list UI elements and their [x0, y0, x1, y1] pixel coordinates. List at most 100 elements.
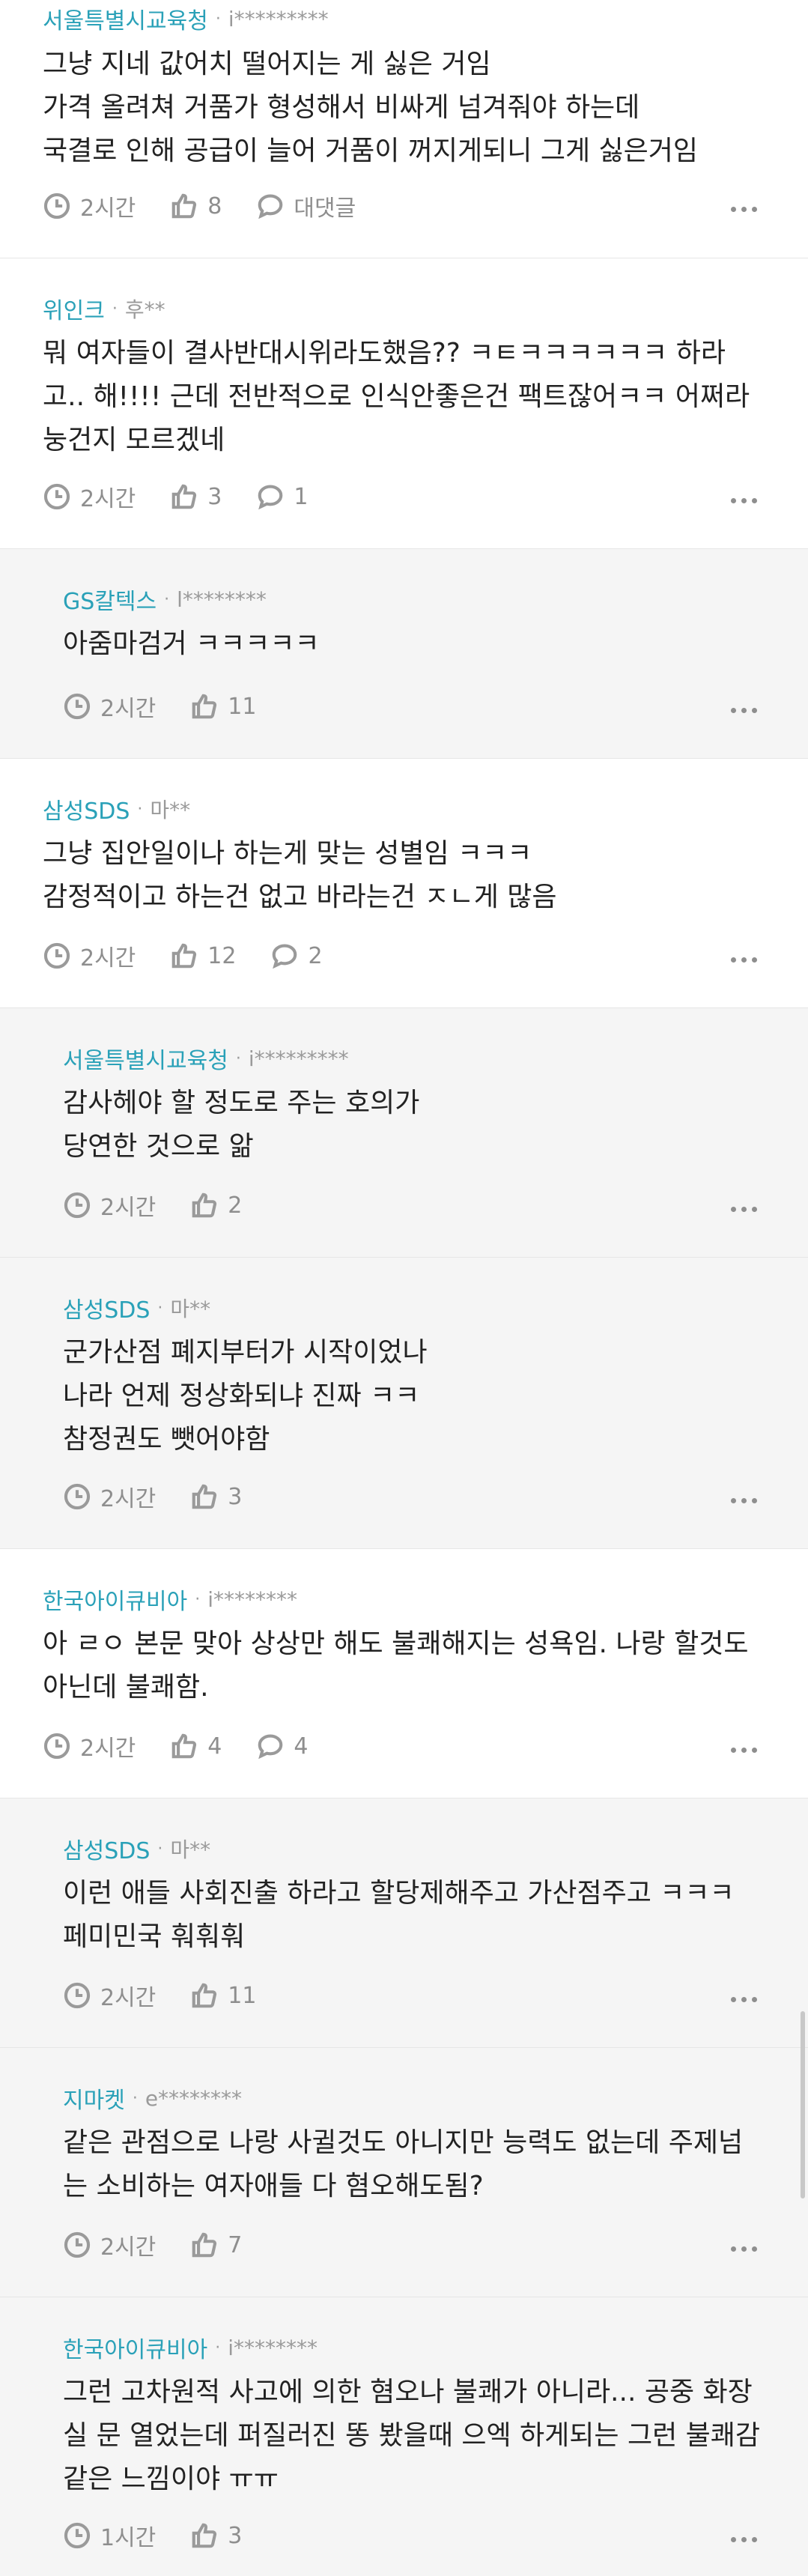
clock-icon [64, 1483, 91, 1510]
time-stamp: 1시간 [63, 2519, 156, 2552]
company-name[interactable]: 삼성SDS [63, 1291, 150, 1324]
company-name[interactable]: 서울특별시교육청 [63, 1042, 228, 1075]
comment-actions: 2시간 7 [63, 2228, 276, 2261]
comment-text: 아줌마검거 ㅋㅋㅋㅋㅋ [63, 628, 320, 659]
like-button[interactable]: 4 [170, 1732, 222, 1760]
reply-button[interactable]: 대댓글 [256, 190, 356, 222]
comment-actions: 1시간 3 [63, 2519, 276, 2552]
like-button[interactable]: 3 [190, 1482, 242, 1511]
comment-meta: 서울특별시교육청 · i********* [43, 0, 329, 37]
reply-item: 삼성SDS · 마** 군가산점 폐지부터가 시작이었나 나라 언제 정상화되냐… [0, 1258, 808, 1549]
reply-item: 서울특별시교육청 · i********* 감사헤야 할 정도로 주는 호의가 … [0, 1008, 808, 1258]
company-name[interactable]: 위인크 [43, 292, 105, 325]
like-button[interactable]: 11 [190, 692, 256, 721]
company-name[interactable]: 한국아이큐비아 [43, 1583, 187, 1616]
separator-dot: · [215, 9, 221, 28]
comment-meta: 한국아이큐비아 · i******** [43, 1581, 297, 1618]
like-button[interactable]: 12 [170, 942, 236, 970]
more-options-icon[interactable] [731, 1997, 757, 2002]
comment-text: 이런 애들 사회진출 하라고 할당제해주고 가산점주고 ㅋㅋㅋ 페미민국 훠훠훠 [63, 1878, 744, 1952]
user-id: e******** [145, 2085, 243, 2111]
separator-dot: · [157, 1298, 163, 1318]
thumbs-up-icon [171, 193, 197, 219]
thumbs-up-icon [192, 1484, 217, 1509]
comment-actions: 2시간 4 4 [43, 1730, 342, 1763]
more-options-icon[interactable] [731, 1748, 757, 1753]
comment-item: 위인크 · 후** 뭐 여자들이 결사반대시위라도했음?? ㅋㅌㅋㅋㅋㅋㅋㅋ 하… [0, 258, 808, 549]
more-options-icon[interactable] [731, 957, 757, 963]
like-button[interactable]: 3 [190, 2521, 242, 2550]
company-name[interactable]: 지마켓 [63, 2082, 125, 2115]
comment-actions: 2시간 8 대댓글 [43, 190, 390, 222]
comment-item: 삼성SDS · 마** 그냥 집안일이나 하는게 맞는 성별임 ㅋㅋㅋ 감정적이… [0, 759, 808, 1008]
separator-dot: · [137, 799, 143, 819]
company-name[interactable]: 삼성SDS [63, 1832, 150, 1865]
user-id: i******** [207, 1586, 297, 1612]
user-id: l******** [177, 587, 267, 612]
separator-dot: · [112, 299, 118, 318]
comment-text: 그런 고차원적 사고에 의한 혐오나 불쾌가 아니라... 공중 화장실 문 열… [63, 2377, 769, 2494]
thumbs-up-icon [171, 943, 197, 969]
clock-icon [43, 193, 70, 219]
more-options-icon[interactable] [731, 2537, 757, 2542]
comment-meta: 위인크 · 후** [43, 290, 165, 327]
company-name[interactable]: 삼성SDS [43, 793, 130, 825]
thumbs-up-icon [171, 1733, 197, 1759]
speech-bubble-icon [258, 194, 283, 219]
time-stamp: 2시간 [63, 1979, 156, 2012]
speech-bubble-icon [273, 944, 297, 969]
thumbs-up-icon [192, 2232, 217, 2258]
comment-item: 서울특별시교육청 · i********* 그냥 지네 값어치 떨어지는 게 싫… [0, 0, 808, 258]
more-options-icon[interactable] [731, 207, 757, 212]
more-options-icon[interactable] [731, 708, 757, 713]
separator-dot: · [195, 1589, 201, 1609]
separator-dot: · [164, 590, 170, 609]
like-button[interactable]: 2 [190, 1191, 242, 1219]
comment-meta: 지마켓 · e******** [63, 2079, 242, 2117]
like-button[interactable]: 3 [170, 482, 222, 511]
more-options-icon[interactable] [731, 498, 757, 503]
user-id: 마** [170, 1837, 211, 1862]
like-button[interactable]: 7 [190, 2231, 242, 2259]
thumbs-up-icon [171, 484, 197, 509]
comment-text: 아 ㄹㅇ 본문 맞아 상상만 해도 불쾌해지는 성욕임. 나랑 할것도 아닌데 … [43, 1628, 757, 1703]
time-stamp: 2시간 [43, 1730, 136, 1763]
time-stamp: 2시간 [43, 480, 136, 513]
clock-icon [43, 1733, 70, 1760]
thumbs-up-icon [192, 1192, 217, 1218]
user-id: 후** [124, 297, 165, 322]
separator-dot: · [157, 1839, 163, 1858]
comment-meta: 한국아이큐비아 · i******** [63, 2329, 318, 2366]
reply-button[interactable]: 4 [256, 1732, 308, 1760]
comment-meta: GS칼텍스 · l******** [63, 581, 267, 618]
separator-dot: · [235, 1049, 241, 1068]
clock-icon [43, 483, 70, 510]
more-options-icon[interactable] [731, 2246, 757, 2252]
reply-item: 한국아이큐비아 · i******** 그런 고차원적 사고에 의한 혐오나 불… [0, 2297, 808, 2576]
company-name[interactable]: 서울특별시교육청 [43, 2, 208, 35]
more-options-icon[interactable] [731, 1498, 757, 1503]
user-id: i******** [228, 2335, 318, 2360]
company-name[interactable]: GS칼텍스 [63, 583, 157, 616]
comment-text: 같은 관점으로 나랑 사귈것도 아니지만 능력도 없는데 주제넘는 소비하는 여… [63, 2127, 744, 2201]
clock-icon [64, 2231, 91, 2258]
comment-text: 그냥 집안일이나 하는게 맞는 성별임 ㅋㅋㅋ 감정적이고 하는건 없고 바라는… [43, 838, 557, 912]
more-options-icon[interactable] [731, 1207, 757, 1212]
clock-icon [64, 1192, 91, 1219]
reply-item: 지마켓 · e******** 같은 관점으로 나랑 사귈것도 아니지만 능력도… [0, 2048, 808, 2297]
reply-item: 삼성SDS · 마** 이런 애들 사회진출 하라고 할당제해주고 가산점주고 … [0, 1798, 808, 2048]
company-name[interactable]: 한국아이큐비아 [63, 2331, 207, 2364]
reply-button[interactable]: 2 [270, 942, 323, 970]
thumbs-up-icon [192, 694, 217, 719]
speech-bubble-icon [258, 485, 283, 510]
like-button[interactable]: 8 [170, 192, 222, 220]
clock-icon [64, 693, 91, 720]
time-stamp: 2시간 [63, 2228, 156, 2261]
time-stamp: 2시간 [63, 1189, 156, 1222]
like-button[interactable]: 11 [190, 1981, 256, 2010]
scrollbar[interactable] [801, 2011, 805, 2198]
reply-button[interactable]: 1 [256, 482, 308, 511]
comment-actions: 2시간 3 [63, 1480, 276, 1513]
reply-item: GS칼텍스 · l******** 아줌마검거 ㅋㅋㅋㅋㅋ 2시간 11 [0, 549, 808, 759]
time-stamp: 2시간 [43, 190, 136, 222]
